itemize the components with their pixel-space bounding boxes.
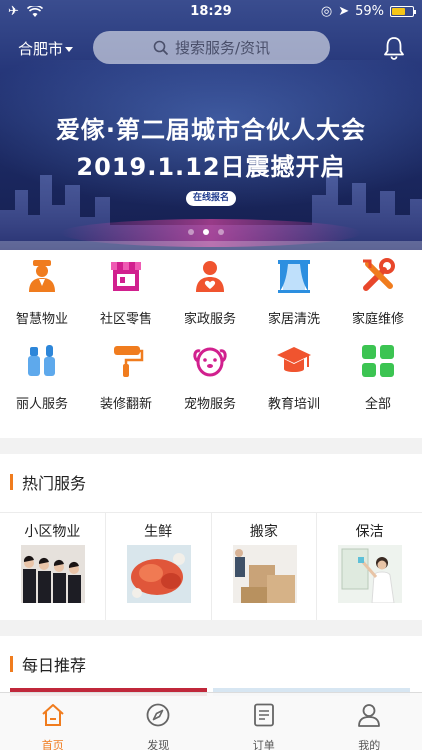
bell-icon[interactable] xyxy=(383,36,405,60)
status-bar: ✈ 18:29 ◎ ➤ 59% xyxy=(0,0,422,24)
search-icon xyxy=(153,40,169,55)
pet-icon xyxy=(193,347,227,377)
hot-services-title: 热门服务 xyxy=(22,474,87,493)
category-label: 丽人服务 xyxy=(15,397,68,412)
tab-label: 发现 xyxy=(147,739,170,750)
city-selector[interactable]: 合肥市 xyxy=(18,38,74,59)
category-all[interactable]: 全部 xyxy=(336,335,420,415)
compass-icon xyxy=(146,703,170,727)
daily-recommend-title: 每日推荐 xyxy=(22,656,87,675)
section-accent-bar xyxy=(10,656,13,672)
hot-services-list: 小区物业 生鲜 搬家 保洁 xyxy=(0,512,422,620)
category-housekeeping[interactable]: 家政服务 xyxy=(168,250,252,330)
carousel-dot[interactable] xyxy=(218,229,224,235)
category-grid: 智慧物业 社区零售 家政服务 家居清洗 家庭维修 丽人服务 装修翻新 宠物服务 … xyxy=(0,250,422,438)
city-label: 合肥市 xyxy=(18,40,64,58)
category-renovation[interactable]: 装修翻新 xyxy=(84,335,168,415)
battery-percent: 59% xyxy=(355,4,384,19)
tab-label: 我的 xyxy=(358,739,381,750)
hot-item-label: 生鲜 xyxy=(144,524,173,540)
tab-mine[interactable]: 我的 xyxy=(317,693,422,750)
section-title: 热门服务 xyxy=(10,470,86,494)
property-staff-photo xyxy=(21,545,85,603)
section-accent-bar xyxy=(10,474,13,490)
signup-button[interactable]: 在线报名 xyxy=(186,191,236,206)
home-icon xyxy=(42,704,64,726)
beauty-icon xyxy=(28,345,55,376)
carousel-dot[interactable] xyxy=(188,229,194,235)
hot-item-cleaning[interactable]: 保洁 xyxy=(317,513,422,620)
all-grid-icon xyxy=(362,345,394,377)
category-label: 社区零售 xyxy=(99,312,152,327)
housekeeping-icon xyxy=(196,261,224,292)
hot-item-label: 小区物业 xyxy=(24,524,81,540)
moving-boxes-photo xyxy=(232,545,297,603)
tab-label: 订单 xyxy=(252,739,275,750)
search-input[interactable]: 搜索服务/资讯 xyxy=(93,31,330,64)
battery-icon xyxy=(390,6,416,17)
category-education[interactable]: 教育培训 xyxy=(252,335,336,415)
seafood-photo xyxy=(126,545,191,603)
caret-down-icon xyxy=(65,47,74,52)
hot-services-section: 热门服务 小区物业 生鲜 搬家 保洁 xyxy=(0,454,422,620)
category-label: 装修翻新 xyxy=(99,397,152,412)
category-home-cleaning[interactable]: 家居清洗 xyxy=(252,250,336,330)
hero-banner[interactable]: ✈ 18:29 ◎ ➤ 59% 合肥市 搜索服务/资讯 爱傢·第二届城市合伙人大… xyxy=(0,0,422,250)
hot-item-property[interactable]: 小区物业 xyxy=(0,513,106,620)
category-beauty[interactable]: 丽人服务 xyxy=(0,335,84,415)
cleaning-photo xyxy=(338,545,403,603)
window-cleaning-icon xyxy=(278,260,310,293)
carousel-indicator xyxy=(188,229,224,235)
property-staff-icon xyxy=(29,260,55,292)
user-icon xyxy=(358,704,381,727)
hot-item-label: 搬家 xyxy=(249,524,278,540)
bottom-tab-bar: 首页 发现 订单 我的 xyxy=(0,692,422,750)
hot-item-moving[interactable]: 搬家 xyxy=(212,513,318,620)
repair-tools-icon xyxy=(363,258,395,291)
category-smart-property[interactable]: 智慧物业 xyxy=(0,250,84,330)
carousel-dot-active[interactable] xyxy=(203,229,209,235)
category-label: 教育培训 xyxy=(267,397,320,412)
category-label: 家居清洗 xyxy=(267,312,320,327)
section-title: 每日推荐 xyxy=(10,652,86,676)
search-placeholder: 搜索服务/资讯 xyxy=(174,39,271,57)
hot-item-fresh-food[interactable]: 生鲜 xyxy=(106,513,212,620)
category-label: 家政服务 xyxy=(183,312,236,327)
graduation-cap-icon xyxy=(277,347,311,372)
orientation-lock-icon: ◎ xyxy=(320,4,333,19)
paint-roller-icon xyxy=(114,346,144,377)
home-screen: ✈ 18:29 ◎ ➤ 59% 合肥市 搜索服务/资讯 爱傢·第二届城市合伙人大… xyxy=(0,0,422,750)
location-icon: ➤ xyxy=(338,4,350,19)
tab-orders[interactable]: 订单 xyxy=(211,693,317,750)
shop-icon xyxy=(111,262,141,291)
category-label: 宠物服务 xyxy=(183,397,236,412)
banner-headline: 爱傢·第二届城市合伙人大会 xyxy=(55,116,367,144)
category-home-repair[interactable]: 家庭维修 xyxy=(336,250,420,330)
category-label: 智慧物业 xyxy=(15,312,68,327)
tab-discover[interactable]: 发现 xyxy=(106,693,212,750)
category-pet-service[interactable]: 宠物服务 xyxy=(168,335,252,415)
category-label: 家庭维修 xyxy=(351,312,404,327)
category-community-retail[interactable]: 社区零售 xyxy=(84,250,168,330)
category-label: 全部 xyxy=(364,397,391,412)
hot-item-label: 保洁 xyxy=(355,524,384,540)
order-icon xyxy=(253,703,274,727)
tab-label: 首页 xyxy=(41,739,64,750)
tab-home[interactable]: 首页 xyxy=(0,693,106,750)
banner-date: 2019.1.12日震撼开启 xyxy=(76,153,346,181)
